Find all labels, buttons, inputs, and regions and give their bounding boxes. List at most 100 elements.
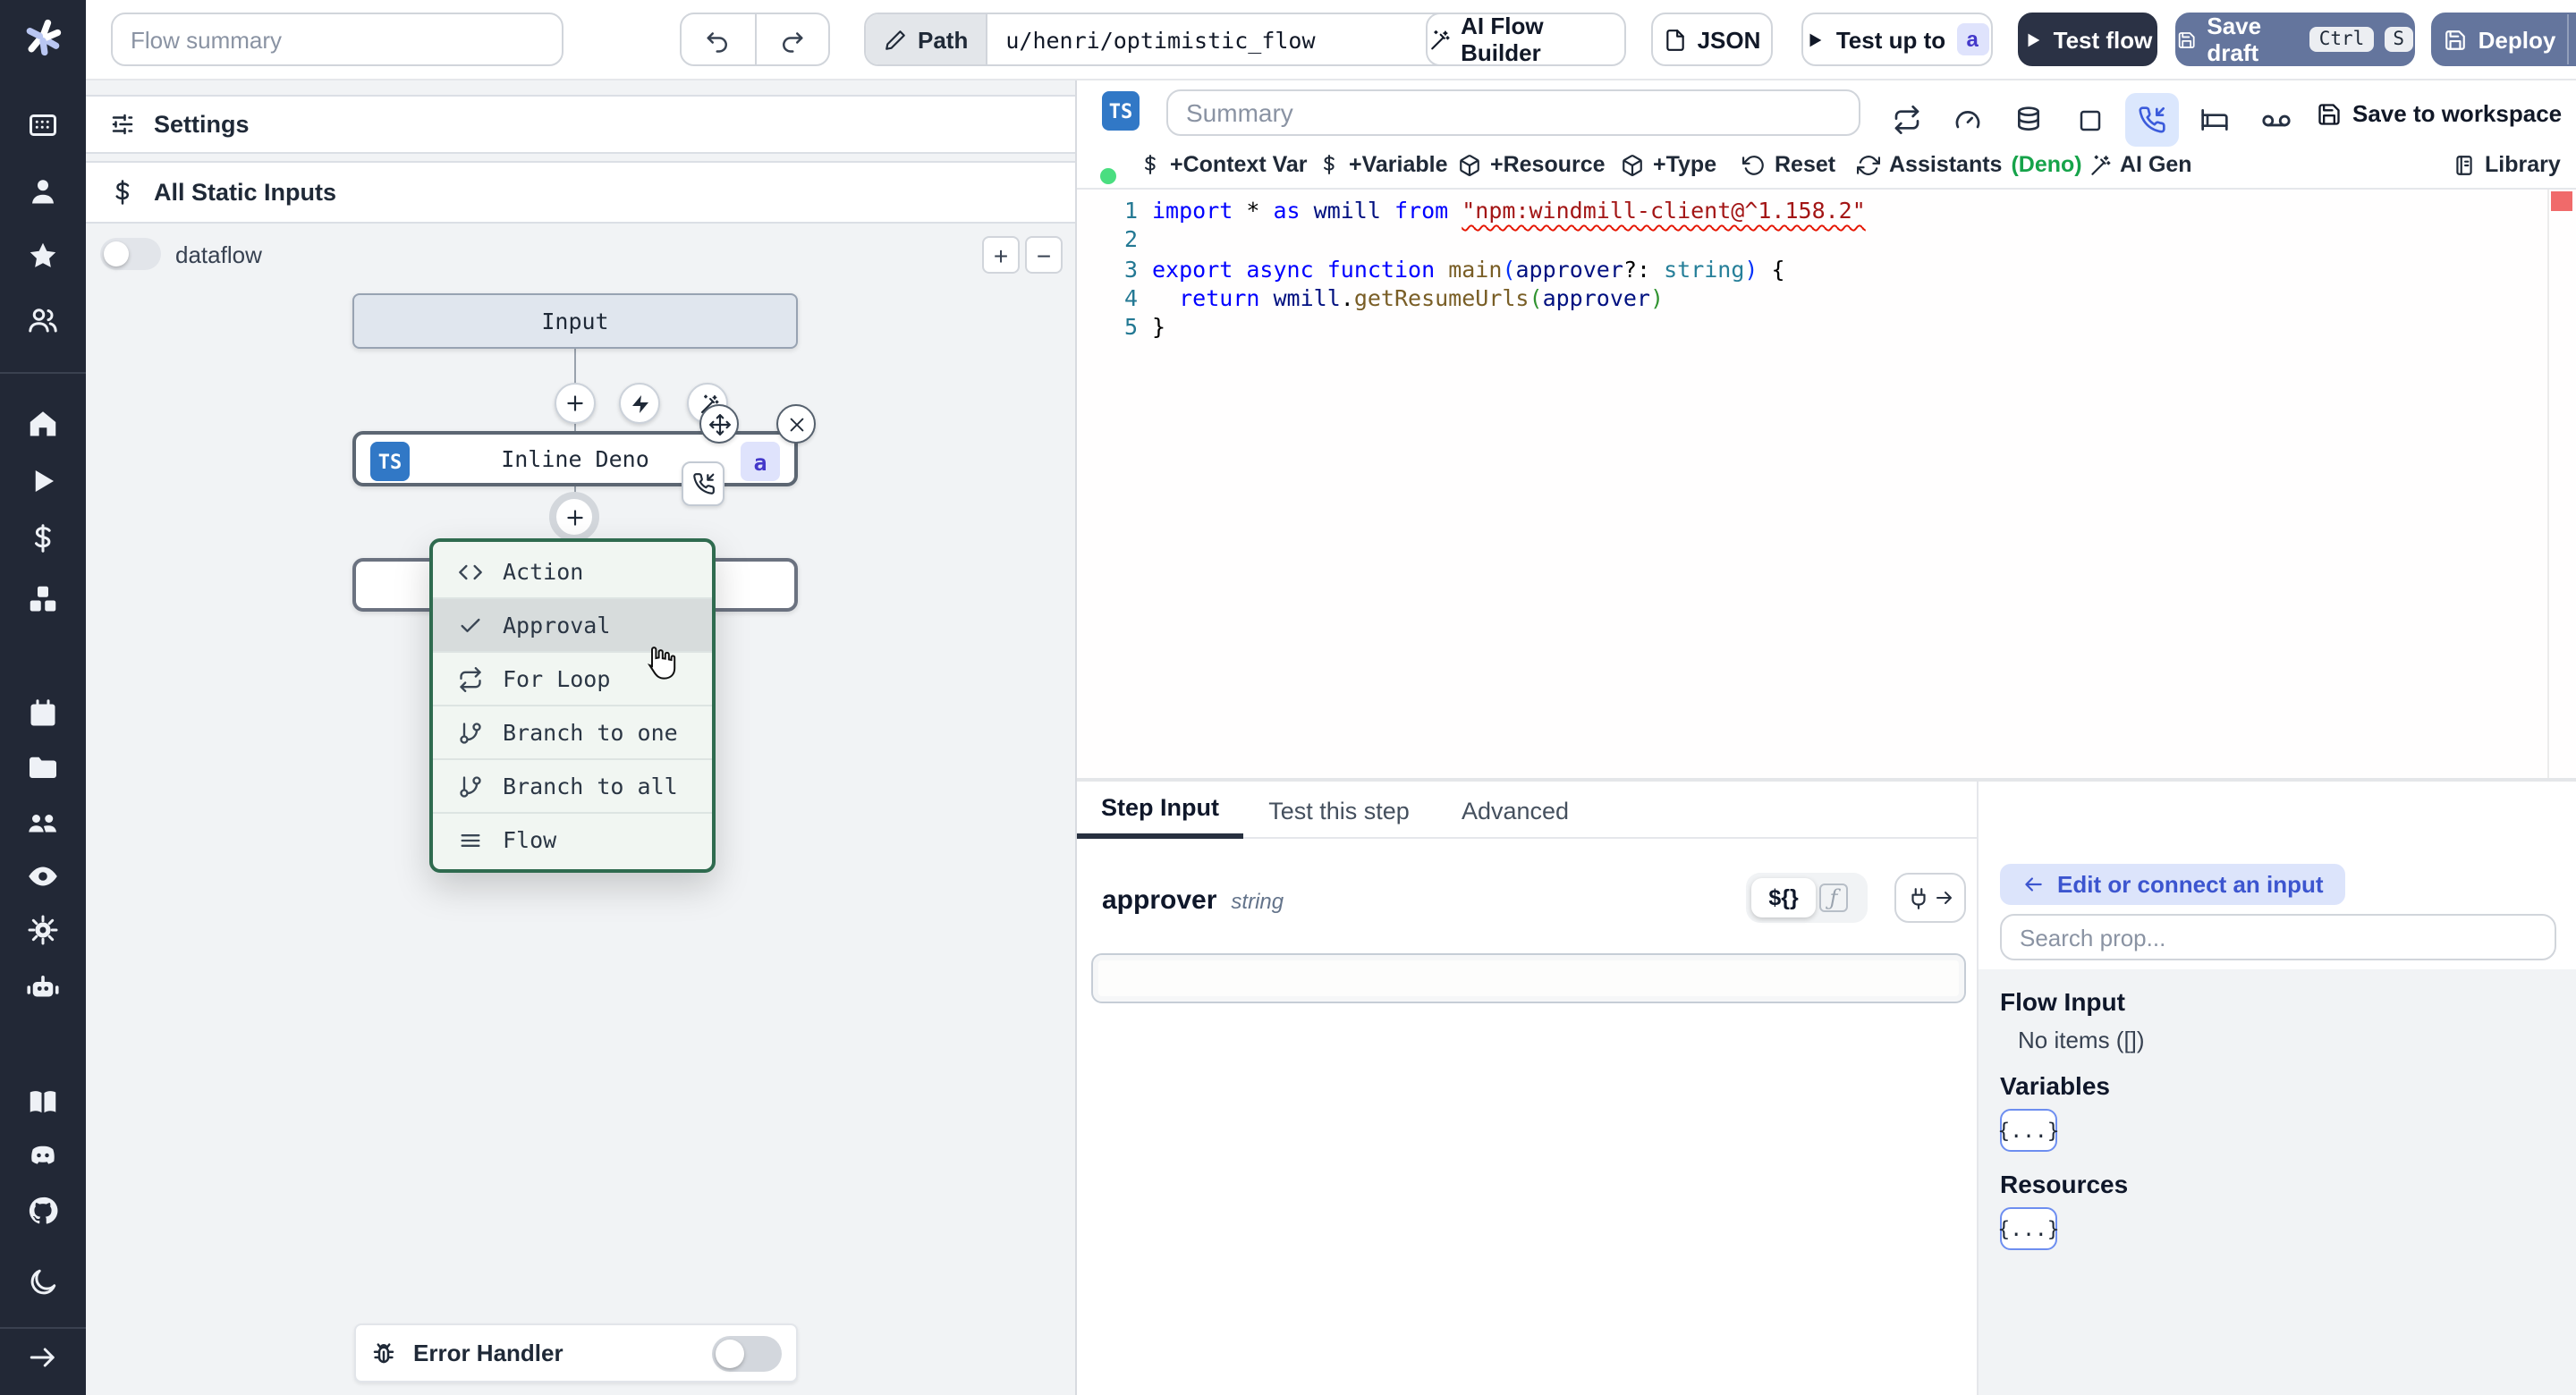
library-button[interactable]: Library (2453, 152, 2561, 177)
zoom-out-button[interactable]: − (1025, 236, 1063, 274)
gauge-icon (1955, 111, 1980, 129)
all-static-inputs-row[interactable]: All Static Inputs (86, 161, 1075, 224)
deploy-button[interactable]: Deploy (2431, 13, 2576, 66)
docs-icon[interactable] (27, 1086, 59, 1118)
code-editor[interactable]: 12345 import * as wmill from "npm:windmi… (1077, 190, 2576, 778)
redo-button[interactable] (756, 14, 828, 64)
settings-icon[interactable] (27, 914, 59, 946)
dataflow-toggle[interactable] (100, 238, 161, 270)
error-marker (2551, 191, 2572, 211)
expr-mode-button[interactable]: ${} (1751, 878, 1816, 917)
schedules-icon[interactable] (27, 698, 59, 730)
resources-title: Resources (2000, 1170, 2129, 1198)
workspace-icon[interactable] (27, 109, 59, 141)
menu-item-branch-to-one[interactable]: Branch to one (433, 706, 712, 760)
code-lines: import * as wmill from "npm:windmill-cli… (1152, 197, 1866, 341)
early-stop-button[interactable] (1941, 93, 1995, 147)
members-icon[interactable] (27, 807, 59, 839)
tab-step-input[interactable]: Step Input (1077, 782, 1243, 839)
undo-button[interactable] (682, 14, 756, 64)
add-variable-button[interactable]: +Variable (1318, 152, 1448, 177)
left-nav-rail (0, 0, 86, 1395)
resources-object-chip[interactable]: {...} (1997, 1207, 2060, 1250)
save-icon (2318, 103, 2340, 124)
suspend-indicator-badge[interactable] (682, 461, 724, 506)
ai-gen-button[interactable]: AI Gen (2088, 152, 2192, 177)
check-icon (461, 617, 480, 631)
windmill-logo-icon[interactable] (23, 18, 63, 57)
tab-test-this-step[interactable]: Test this step (1254, 782, 1424, 839)
arrow-right-icon (1936, 892, 1951, 904)
resources-icon[interactable] (27, 583, 59, 615)
flow-summary-input[interactable] (111, 13, 564, 66)
tab-advanced[interactable]: Advanced (1453, 782, 1578, 839)
sliders-icon (112, 114, 133, 135)
voicemail-icon (2261, 114, 2290, 126)
mock-button[interactable] (2063, 93, 2116, 147)
path-field[interactable]: Path u/henri/optimistic_flow (864, 13, 1454, 66)
cache-button[interactable] (2002, 93, 2055, 147)
delete-step-button[interactable] (776, 404, 816, 444)
folders-icon[interactable] (27, 751, 59, 783)
square-icon (2079, 109, 2100, 131)
edit-or-connect-button[interactable]: Edit or connect an input (2000, 864, 2345, 905)
add-context-var-button[interactable]: +Context Var (1140, 152, 1308, 177)
save-draft-button[interactable]: Save draft Ctrl S (2175, 13, 2415, 66)
git-branch-icon (460, 775, 481, 797)
reset-button[interactable]: Reset (1742, 152, 1835, 177)
function-mode-button[interactable]: ƒ (1819, 884, 1848, 912)
audit-icon[interactable] (27, 860, 59, 892)
repeat-icon (460, 666, 481, 691)
github-icon[interactable] (27, 1195, 59, 1227)
ai-flow-builder-button[interactable]: AI Flow Builder (1426, 13, 1626, 66)
variables-icon[interactable] (27, 522, 59, 554)
expand-icon[interactable] (27, 1341, 59, 1374)
favorites-icon[interactable] (27, 240, 59, 272)
error-handler-node[interactable]: Error Handler (354, 1323, 798, 1382)
add-step-below-button[interactable] (549, 492, 599, 542)
groups-icon[interactable] (27, 304, 59, 336)
test-up-to-button[interactable]: Test up to a (1801, 13, 1993, 66)
assistants-lang: (Deno) (2011, 152, 2082, 177)
move-step-button[interactable] (699, 404, 739, 444)
retries-button[interactable] (1880, 93, 1934, 147)
user-icon[interactable] (27, 175, 59, 207)
home-icon[interactable] (27, 408, 59, 440)
menu-item-approval[interactable]: Approval (433, 599, 712, 653)
runs-icon[interactable] (27, 465, 59, 497)
test-flow-button[interactable]: Test flow (2018, 13, 2157, 66)
add-step-button[interactable] (555, 383, 596, 424)
phone-incoming-icon (2139, 106, 2165, 133)
deploy-dropdown-button[interactable] (2567, 14, 2576, 64)
menu-item-action[interactable]: Action (433, 545, 712, 599)
variables-object-chip[interactable]: {...} (1997, 1109, 2060, 1152)
magic-wand-icon (2091, 154, 2111, 174)
flow-input-title: Flow Input (2000, 987, 2125, 1016)
trigger-button[interactable] (619, 383, 660, 424)
error-handler-toggle[interactable] (712, 1335, 782, 1371)
prop-picker-panel: Edit or connect an input Flow Input No i… (1977, 782, 2576, 1395)
suspend-approval-button[interactable] (2125, 93, 2179, 147)
search-prop-input[interactable] (2000, 914, 2556, 960)
step-summary-input[interactable] (1166, 89, 1860, 136)
flow-settings-row[interactable]: Settings (86, 95, 1075, 154)
field-value-input[interactable] (1091, 953, 1966, 1003)
save-to-workspace-button[interactable]: Save to workspace (2317, 100, 2562, 127)
package-icon (1623, 154, 1642, 175)
dark-mode-icon[interactable] (27, 1266, 59, 1298)
menu-item-flow[interactable]: Flow (433, 814, 712, 866)
json-button[interactable]: JSON (1651, 13, 1773, 66)
sleep-button[interactable] (2188, 93, 2241, 147)
discord-icon[interactable] (27, 1139, 59, 1171)
flow-input-node[interactable]: Input (352, 293, 798, 349)
code-icon (459, 563, 482, 579)
connect-input-button[interactable] (1894, 873, 1966, 923)
workers-icon[interactable] (27, 971, 59, 1003)
menu-item-for-loop[interactable]: For Loop (433, 653, 712, 706)
lifetime-button[interactable] (2249, 93, 2302, 147)
menu-item-branch-to-all[interactable]: Branch to all (433, 760, 712, 814)
add-type-button[interactable]: +Type (1621, 152, 1716, 177)
assistants-button[interactable]: Assistants (Deno) (1857, 152, 2082, 177)
zoom-in-button[interactable]: + (982, 236, 1020, 274)
add-resource-button[interactable]: +Resource (1458, 152, 1606, 177)
